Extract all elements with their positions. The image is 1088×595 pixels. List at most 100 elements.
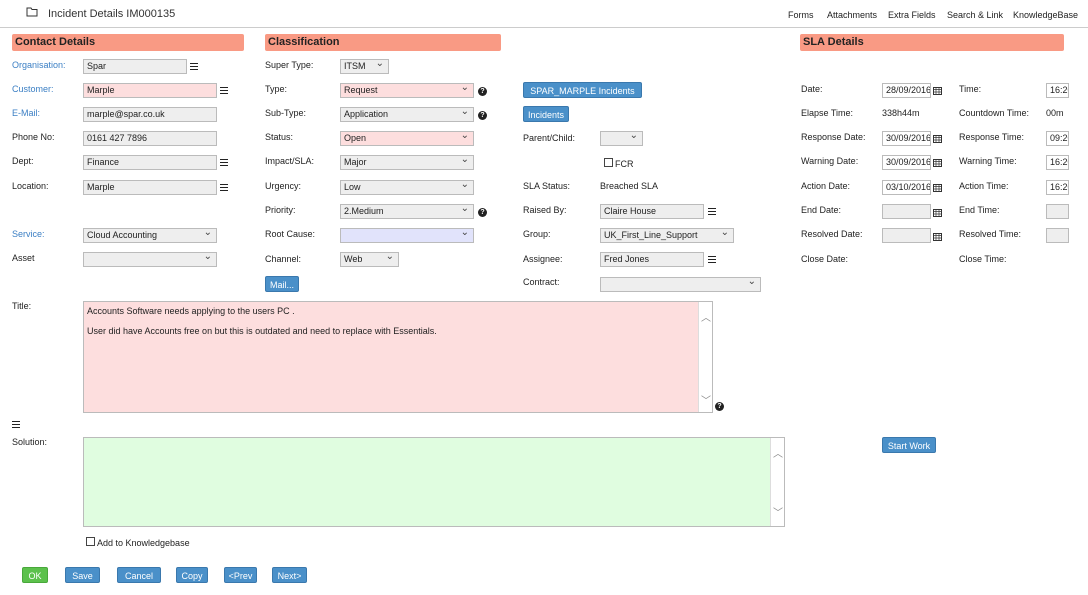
impact-select[interactable]: Major: [340, 155, 474, 170]
action-date-field[interactable]: 03/10/2016: [882, 180, 931, 195]
start-work-button[interactable]: Start Work: [882, 437, 936, 453]
service-label[interactable]: Service:: [12, 229, 45, 239]
resolved-date-field[interactable]: [882, 228, 931, 243]
spar-marple-incidents-button[interactable]: SPAR_MARPLE Incidents: [523, 82, 642, 98]
action-time-field[interactable]: 16:20: [1046, 180, 1069, 195]
prev-button[interactable]: <Prev: [224, 567, 257, 583]
organisation-field[interactable]: Spar: [83, 59, 187, 74]
cancel-button[interactable]: Cancel: [117, 567, 161, 583]
menu-extra-fields[interactable]: Extra Fields: [888, 10, 936, 20]
list-menu-icon[interactable]: [190, 63, 198, 70]
title-line-1: Accounts Software needs applying to the …: [87, 306, 295, 316]
incidents-button[interactable]: Incidents: [523, 106, 569, 122]
sla-status-value: Breached SLA: [600, 181, 659, 191]
status-select[interactable]: Open: [340, 131, 474, 146]
calendar-icon[interactable]: [933, 86, 942, 95]
raised-by-field[interactable]: Claire House: [600, 204, 704, 219]
scroll-up-icon[interactable]: ︿: [701, 309, 711, 324]
menu-knowledgebase[interactable]: KnowledgeBase: [1013, 10, 1078, 20]
email-label[interactable]: E-Mail:: [12, 108, 40, 118]
calendar-icon[interactable]: [933, 208, 942, 217]
title-line-2: User did have Accounts free on but this …: [87, 326, 437, 336]
close-time-label: Close Time:: [959, 254, 1007, 264]
service-select[interactable]: Cloud Accounting: [83, 228, 217, 243]
calendar-icon[interactable]: [933, 232, 942, 241]
response-date-field[interactable]: 30/09/2016: [882, 131, 931, 146]
list-menu-icon[interactable]: [220, 184, 228, 191]
root-cause-label: Root Cause:: [265, 229, 316, 239]
email-field[interactable]: marple@spar.co.uk: [83, 107, 217, 122]
response-time-field[interactable]: 09:20: [1046, 131, 1069, 146]
phone-field[interactable]: 0161 427 7896: [83, 131, 217, 146]
phone-label: Phone No:: [12, 132, 55, 142]
list-menu-icon[interactable]: [12, 421, 20, 428]
close-date-label: Close Date:: [801, 254, 849, 264]
dept-field[interactable]: Finance: [83, 155, 217, 170]
calendar-icon[interactable]: [933, 134, 942, 143]
sub-type-select[interactable]: Application: [340, 107, 474, 122]
super-type-select[interactable]: ITSM: [340, 59, 389, 74]
title-textarea[interactable]: Accounts Software needs applying to the …: [83, 301, 713, 413]
contact-details-header: Contact Details: [12, 34, 244, 51]
warning-date-label: Warning Date:: [801, 156, 859, 166]
group-select[interactable]: UK_First_Line_Support: [600, 228, 734, 243]
add-knowledgebase-checkbox[interactable]: [86, 537, 95, 546]
resolved-date-label: Resolved Date:: [801, 229, 863, 239]
ok-button[interactable]: OK: [22, 567, 48, 583]
priority-label: Priority:: [265, 205, 296, 215]
help-icon[interactable]: ?: [478, 208, 487, 217]
contract-select[interactable]: [600, 277, 761, 292]
calendar-icon[interactable]: [933, 158, 942, 167]
urgency-select[interactable]: Low: [340, 180, 474, 195]
group-label: Group:: [523, 229, 551, 239]
organisation-label[interactable]: Organisation:: [12, 60, 66, 70]
list-menu-icon[interactable]: [220, 87, 228, 94]
mail-button[interactable]: Mail...: [265, 276, 299, 292]
location-field[interactable]: Marple: [83, 180, 217, 195]
calendar-icon[interactable]: [933, 183, 942, 192]
menu-search-link[interactable]: Search & Link: [947, 10, 1003, 20]
priority-select[interactable]: 2.Medium: [340, 204, 474, 219]
asset-label: Asset: [12, 253, 35, 263]
asset-select[interactable]: [83, 252, 217, 267]
time-field[interactable]: 16:20: [1046, 83, 1069, 98]
warning-date-field[interactable]: 30/09/2016: [882, 155, 931, 170]
assignee-field[interactable]: Fred Jones: [600, 252, 704, 267]
resolved-time-field[interactable]: [1046, 228, 1069, 243]
type-select[interactable]: Request: [340, 83, 474, 98]
help-icon[interactable]: ?: [715, 402, 724, 411]
raised-by-label: Raised By:: [523, 205, 567, 215]
scroll-down-icon[interactable]: ﹀: [701, 392, 711, 407]
save-button[interactable]: Save: [65, 567, 100, 583]
customer-label[interactable]: Customer:: [12, 84, 54, 94]
help-icon[interactable]: ?: [478, 87, 487, 96]
next-button[interactable]: Next>: [272, 567, 307, 583]
date-field[interactable]: 28/09/2016: [882, 83, 931, 98]
end-time-label: End Time:: [959, 205, 1000, 215]
end-date-label: End Date:: [801, 205, 842, 215]
elapse-value: 338h44m: [882, 108, 920, 118]
list-menu-icon[interactable]: [708, 256, 716, 263]
warning-time-field[interactable]: 16:20: [1046, 155, 1069, 170]
list-menu-icon[interactable]: [708, 208, 716, 215]
menu-attachments[interactable]: Attachments: [827, 10, 877, 20]
fcr-checkbox[interactable]: [604, 158, 613, 167]
end-time-field[interactable]: [1046, 204, 1069, 219]
end-date-field[interactable]: [882, 204, 931, 219]
parent-child-select[interactable]: [600, 131, 643, 146]
copy-button[interactable]: Copy: [176, 567, 208, 583]
list-menu-icon[interactable]: [220, 159, 228, 166]
help-icon[interactable]: ?: [478, 111, 487, 120]
countdown-label: Countdown Time:: [959, 108, 1030, 118]
action-date-label: Action Date:: [801, 181, 851, 191]
resolved-time-label: Resolved Time:: [959, 229, 1022, 239]
channel-select[interactable]: Web: [340, 252, 399, 267]
scroll-down-icon[interactable]: ﹀: [773, 504, 783, 519]
solution-textarea[interactable]: [83, 437, 785, 527]
menu-forms[interactable]: Forms: [788, 10, 814, 20]
root-cause-select[interactable]: [340, 228, 474, 243]
customer-field[interactable]: Marple: [83, 83, 217, 98]
response-date-label: Response Date:: [801, 132, 866, 142]
type-label: Type:: [265, 84, 288, 94]
scroll-up-icon[interactable]: ︿: [773, 445, 783, 460]
